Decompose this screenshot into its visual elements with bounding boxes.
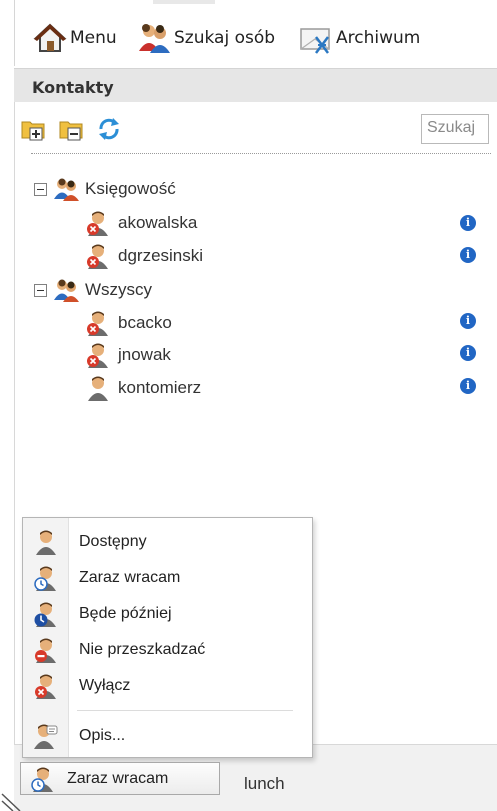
- status-item-label: Będe później: [79, 605, 172, 622]
- refresh-icon[interactable]: [96, 116, 122, 142]
- menu-separator: [77, 710, 293, 711]
- home-icon: [33, 23, 67, 52]
- away-icon: [34, 602, 56, 627]
- user-offline-icon: [87, 244, 108, 269]
- archive-icon: [300, 28, 330, 54]
- people-search-icon: [139, 24, 170, 53]
- status-description-text[interactable]: lunch: [244, 774, 285, 794]
- search-placeholder: Szukaj: [427, 119, 476, 136]
- group-row[interactable]: Wszyscy: [34, 275, 152, 305]
- status-item-label: Wyłącz: [79, 677, 131, 694]
- info-icon[interactable]: i: [460, 345, 476, 361]
- info-icon[interactable]: i: [460, 313, 476, 329]
- status-item-offline[interactable]: Wyłącz: [23, 668, 312, 704]
- menu-label: Menu: [70, 28, 117, 48]
- group-row[interactable]: Księgowość: [34, 174, 176, 204]
- be-right-back-icon: [31, 767, 53, 792]
- status-item-do-not-disturb[interactable]: Nie przeszkadzać: [23, 632, 312, 668]
- user-offline-icon: [87, 343, 108, 368]
- status-description-item[interactable]: Opis...: [23, 718, 312, 754]
- contacts-title: Kontakty: [32, 78, 114, 97]
- info-icon[interactable]: i: [460, 247, 476, 263]
- status-menu: Dostępny Zaraz wracam Będe później Nie p…: [22, 517, 313, 758]
- group-icon: [54, 178, 79, 201]
- contacts-actions: [20, 116, 122, 142]
- user-available-icon: [88, 376, 108, 401]
- be-right-back-icon: [34, 566, 56, 591]
- info-icon[interactable]: i: [460, 215, 476, 231]
- left-border: [14, 102, 15, 810]
- group-name: Wszyscy: [85, 280, 153, 299]
- group-name: Księgowość: [85, 179, 176, 198]
- available-icon: [36, 530, 56, 555]
- status-description-label: Opis...: [79, 727, 126, 744]
- remove-group-icon[interactable]: [58, 116, 84, 142]
- menu-button[interactable]: Menu: [33, 16, 117, 60]
- contact-row[interactable]: akowalska: [86, 208, 197, 238]
- contact-name: jnowak: [118, 345, 171, 364]
- collapse-toggle-icon[interactable]: [34, 283, 47, 297]
- contact-row[interactable]: jnowak: [86, 340, 171, 370]
- contact-row[interactable]: bcacko: [86, 308, 172, 338]
- offline-icon: [35, 674, 56, 699]
- contact-name: dgrzesinski: [118, 246, 204, 265]
- status-item-label: Zaraz wracam: [79, 569, 181, 586]
- status-item-be-right-back[interactable]: Zaraz wracam: [23, 560, 312, 596]
- add-group-icon[interactable]: [20, 116, 46, 142]
- archive-button[interactable]: Archiwum: [299, 16, 420, 60]
- toolbar-top-edge: [153, 0, 215, 4]
- contact-row[interactable]: dgrzesinski: [86, 241, 203, 271]
- status-item-label: Dostępny: [79, 533, 147, 550]
- search-people-button[interactable]: Szukaj osób: [137, 16, 275, 60]
- status-item-available[interactable]: Dostępny: [23, 524, 312, 560]
- current-status-label: Zaraz wracam: [67, 769, 169, 787]
- status-item-label: Nie przeszkadzać: [79, 641, 206, 658]
- search-people-label: Szukaj osób: [174, 28, 276, 48]
- contact-row[interactable]: kontomierz: [86, 373, 201, 403]
- contacts-search-input[interactable]: Szukaj: [421, 114, 489, 144]
- user-offline-icon: [87, 311, 108, 336]
- info-icon[interactable]: i: [460, 378, 476, 394]
- user-offline-icon: [87, 211, 108, 236]
- archive-label: Archiwum: [336, 28, 421, 48]
- edit-description-icon: [34, 724, 58, 749]
- resize-grip-icon[interactable]: [0, 786, 30, 811]
- current-status-button[interactable]: Zaraz wracam: [20, 762, 220, 795]
- contact-name: akowalska: [118, 213, 198, 232]
- top-toolbar: Menu Szukaj osób Archiwum: [14, 0, 497, 66]
- status-item-away[interactable]: Będe później: [23, 596, 312, 632]
- collapse-toggle-icon[interactable]: [34, 182, 47, 196]
- do-not-disturb-icon: [35, 638, 56, 663]
- group-icon: [54, 279, 79, 302]
- contact-name: kontomierz: [118, 378, 202, 397]
- divider: [31, 153, 491, 154]
- contacts-header: Kontakty: [14, 68, 497, 102]
- contact-name: bcacko: [118, 313, 172, 332]
